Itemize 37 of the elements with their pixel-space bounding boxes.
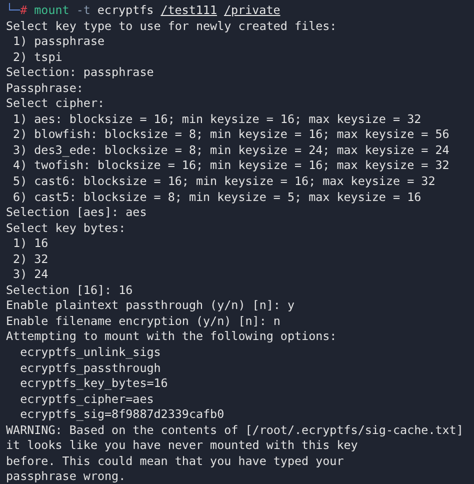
path-argument: /test111 — [160, 3, 217, 19]
output-line: 1) aes: blocksize = 16; min keysize = 16; max keysize = 32 — [12, 112, 422, 128]
output-line: 5) cast6: blocksize = 16; min keysize = 16; max keysize = 32 — [12, 174, 436, 190]
output-line: ecryptfs_passthrough — [19, 360, 161, 376]
prompt-corner: └─ — [6, 3, 20, 19]
output-line: 3) 24 — [12, 267, 48, 283]
command-argument: ecryptfs — [97, 3, 154, 19]
output-line: ecryptfs_sig=8f9887d2339cafb0 — [19, 407, 224, 423]
output-line: 2) 32 — [12, 252, 48, 268]
output-line: Select cipher: — [6, 96, 105, 112]
output-line: 1) passphrase — [12, 34, 105, 50]
output-line: Passphrase: — [6, 80, 84, 96]
output-line: 2) blowfish: blocksize = 8; min keysize = 16; max keysize = 56 — [12, 127, 450, 143]
output-line: Selection [aes]: aes — [6, 205, 147, 221]
output-line: Selection: passphrase — [6, 65, 154, 81]
prompt-symbol: # — [20, 3, 28, 19]
output-line: 4) twofish: blocksize = 16; min keysize = 16; max keysize = 32 — [12, 158, 450, 174]
output-line: Enable filename encryption (y/n) [n]: n — [6, 314, 280, 330]
output-line: 3) des3_ede: blocksize = 8; min keysize = 24; max keysize = 24 — [12, 142, 450, 158]
output-line: it looks like you have never mounted with this key — [6, 438, 358, 454]
output-line: WARNING: Based on the contents of [/root/.ecryptfs/sig-cache.txt] — [6, 422, 464, 438]
output-line: ecryptfs_unlink_sigs — [19, 345, 161, 361]
output-line: ecryptfs_key_bytes=16 — [19, 376, 168, 392]
output-line: Selection [16]: 16 — [6, 282, 133, 298]
output-line: 1) 16 — [12, 236, 48, 252]
output-line: 6) cast5: blocksize = 8; min keysize = 5; max keysize = 16 — [12, 190, 422, 206]
path-argument: /private — [224, 3, 280, 19]
output-line: Select key bytes: — [6, 220, 126, 236]
output-line: Attempting to mount with the following options: — [6, 329, 337, 346]
command-text: mount — [34, 3, 70, 19]
flag-argument: -t — [76, 3, 90, 19]
output-line: Select key type to use for newly created files: — [6, 18, 337, 34]
output-line: passphrase wrong. — [6, 469, 126, 484]
output-line: before. This could mean that you have typed your — [6, 454, 344, 470]
output-line: 2) tspi — [12, 50, 62, 66]
output-line: Enable plaintext passthrough (y/n) [n]: y — [6, 298, 294, 314]
output-line: ecryptfs_cipher=aes — [19, 392, 154, 408]
